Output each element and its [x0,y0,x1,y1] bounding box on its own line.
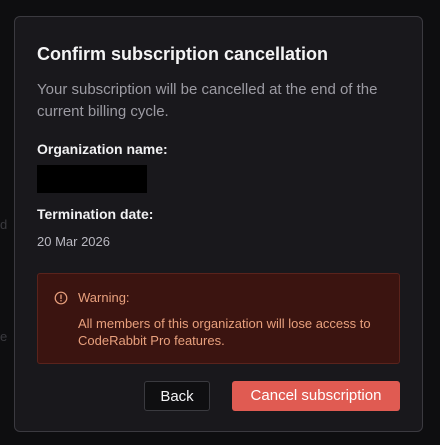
organization-label: Organization name: [37,141,168,157]
back-button[interactable]: Back [144,381,210,411]
cancel-subscription-dialog: Confirm subscription cancellation Your s… [14,16,423,432]
warning-title: Warning: [78,290,130,305]
warning-text: All members of this organization will lo… [78,316,371,348]
alert-circle-icon [54,291,68,305]
cancel-subscription-button[interactable]: Cancel subscription [232,381,400,411]
dialog-description: Your subscription will be cancelled at t… [37,81,378,120]
organization-name-redacted [37,165,147,193]
dialog-actions: Back Cancel subscription [144,381,400,411]
dialog-title: Confirm subscription cancellation [37,44,329,64]
termination-date: 20 Mar 2026 [37,234,110,249]
termination-label: Termination date: [37,206,154,222]
warning-callout: Warning: All members of this organizatio… [37,273,400,364]
background-text: e [0,329,8,344]
background-text: d [0,217,8,232]
